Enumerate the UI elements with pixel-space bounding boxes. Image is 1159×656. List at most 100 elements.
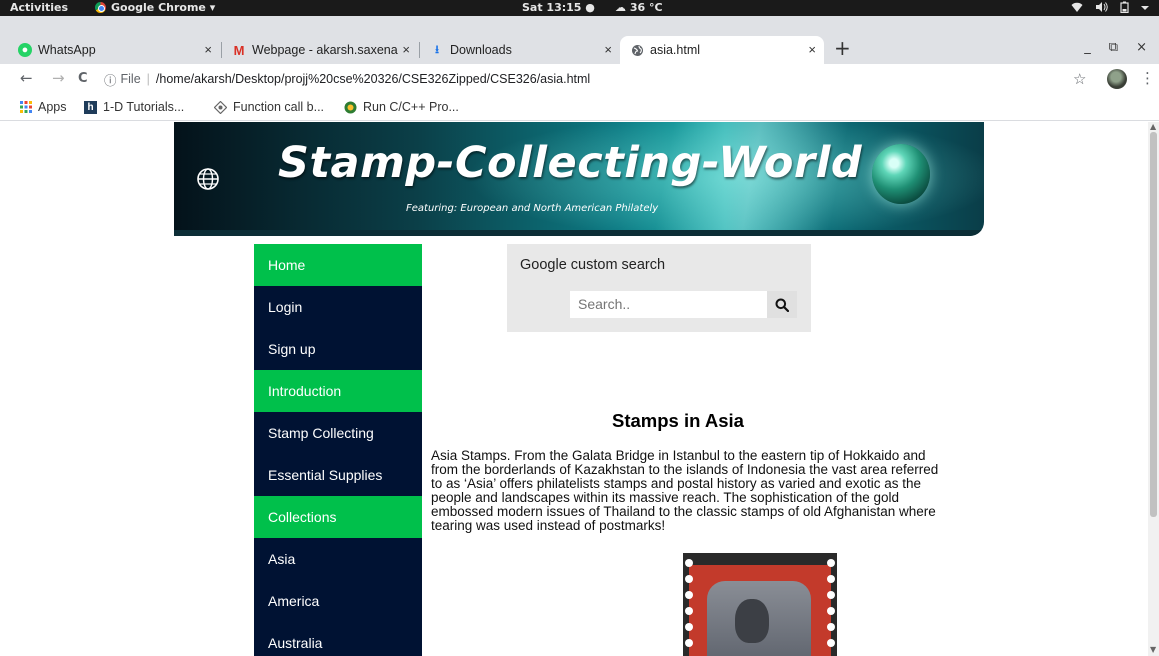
run-icon — [344, 101, 357, 113]
stamp-perforation — [685, 559, 693, 567]
scheme-label: File — [120, 72, 141, 86]
stamp-perforation — [827, 607, 835, 615]
close-window-button[interactable]: × — [1136, 40, 1147, 55]
nav-item-introduction[interactable]: Introduction — [254, 370, 422, 412]
search-input[interactable]: Search.. — [570, 291, 767, 318]
site-banner: Stamp-Collecting-World Featuring: Europe… — [174, 122, 984, 236]
tutorials-icon: h — [84, 100, 97, 114]
bookmark-run-cpp[interactable]: Run C/C++ Pro... — [344, 100, 459, 114]
bookmark-tutorials[interactable]: h 1-D Tutorials... — [84, 100, 184, 114]
stamp-perforation — [827, 575, 835, 583]
bookmark-label: Function call b... — [233, 100, 325, 114]
site-title: Stamp-Collecting-World — [278, 138, 863, 188]
stamp-perforation — [827, 639, 835, 647]
app-menu[interactable]: Google Chrome ▾ — [95, 1, 215, 14]
new-tab-button[interactable]: + — [834, 36, 851, 60]
google-search-box: Google custom search Search.. — [507, 244, 811, 332]
weather-indicator[interactable]: ☁ 36 °C — [615, 1, 663, 14]
bookmarks-bar: Apps h 1-D Tutorials... Function call b.… — [0, 94, 1159, 121]
tab-gmail[interactable]: M Webpage - akarsh.saxena × — [222, 36, 418, 64]
scroll-up-icon[interactable]: ▲ — [1150, 122, 1156, 131]
scroll-down-icon[interactable]: ▼ — [1150, 645, 1156, 654]
article-title: Stamps in Asia — [612, 410, 744, 431]
stamp-perforation — [685, 623, 693, 631]
chrome-menu-icon[interactable]: ⋮ — [1140, 69, 1155, 87]
site-subtitle: Featuring: European and North American P… — [406, 203, 659, 214]
bookmark-label: Run C/C++ Pro... — [363, 100, 459, 114]
tab-strip: ● WhatsApp × M Webpage - akarsh.saxena ×… — [0, 16, 1159, 64]
volume-icon — [1096, 2, 1108, 12]
globe-icon — [630, 43, 644, 57]
globe-icon — [197, 168, 219, 190]
nav-item-login[interactable]: Login — [254, 286, 422, 328]
tab-downloads[interactable]: ⭳ Downloads × — [420, 36, 620, 64]
scrollbar-thumb[interactable] — [1150, 132, 1157, 517]
close-icon[interactable]: × — [204, 42, 212, 57]
close-icon[interactable]: × — [808, 42, 816, 57]
address-bar[interactable]: ⓘ File | /home/akarsh/Desktop/projj%20cs… — [104, 67, 1064, 91]
nav-item-stamp-collecting[interactable]: Stamp Collecting — [254, 412, 422, 454]
tab-whatsapp[interactable]: ● WhatsApp × — [8, 36, 220, 64]
tab-title: Downloads — [450, 43, 512, 57]
stamp-perforation — [827, 559, 835, 567]
battery-icon — [1120, 1, 1129, 13]
system-top-bar: Activities Google Chrome ▾ Sat 13:15 ● ☁… — [0, 0, 1159, 16]
nav-item-essential-supplies[interactable]: Essential Supplies — [254, 454, 422, 496]
url-text[interactable]: /home/akarsh/Desktop/projj%20cse%20326/C… — [156, 72, 590, 86]
apps-grid-icon — [20, 101, 32, 113]
stamp-perforation — [685, 591, 693, 599]
close-icon[interactable]: × — [402, 42, 410, 57]
bookmark-apps[interactable]: Apps — [20, 100, 67, 114]
tab-asia[interactable]: asia.html × — [620, 36, 824, 64]
window-controls: _ ⧉ × — [1084, 40, 1147, 55]
system-tray[interactable] — [1071, 1, 1149, 13]
nav-item-australia[interactable]: Australia — [254, 622, 422, 656]
nav-item-america[interactable]: America — [254, 580, 422, 622]
search-label: Google custom search — [520, 257, 666, 273]
profile-avatar[interactable] — [1107, 69, 1127, 89]
restore-button[interactable]: ⧉ — [1109, 40, 1118, 55]
nav-item-collections[interactable]: Collections — [254, 496, 422, 538]
tab-title: WhatsApp — [38, 43, 96, 57]
sidebar-nav: Home Login Sign up Introduction Stamp Co… — [254, 244, 422, 656]
stamp-perforation — [827, 623, 835, 631]
back-button[interactable]: ← — [20, 69, 33, 87]
tab-title: Webpage - akarsh.saxena — [252, 43, 398, 57]
info-icon[interactable]: ⓘ — [104, 70, 117, 89]
asia-stamp-image — [683, 553, 837, 656]
reload-button[interactable]: C — [78, 71, 88, 86]
clock[interactable]: Sat 13:15 ● — [522, 1, 595, 14]
forward-button[interactable]: → — [52, 69, 65, 87]
app-name-label: Google Chrome ▾ — [111, 1, 216, 14]
nav-item-asia[interactable]: Asia — [254, 538, 422, 580]
stamp-perforation — [827, 591, 835, 599]
page-scrollbar[interactable]: ▲ ▼ — [1148, 122, 1159, 656]
page-viewport[interactable]: Stamp-Collecting-World Featuring: Europe… — [0, 122, 1148, 656]
nav-item-home[interactable]: Home — [254, 244, 422, 286]
gmail-icon: M — [233, 42, 245, 58]
nav-item-sign-up[interactable]: Sign up — [254, 328, 422, 370]
download-icon: ⭳ — [435, 43, 439, 56]
browser-toolbar: ← → C ⓘ File | /home/akarsh/Desktop/proj… — [0, 64, 1159, 94]
stamp-portrait — [735, 599, 769, 643]
bookmark-star-icon[interactable]: ☆ — [1073, 70, 1086, 88]
menu-caret-icon — [1141, 6, 1149, 10]
activities-button[interactable]: Activities — [10, 1, 68, 14]
close-icon[interactable]: × — [604, 42, 612, 57]
function-icon — [214, 100, 227, 114]
article-body: Asia Stamps. From the Galata Bridge in I… — [431, 448, 939, 533]
wifi-icon — [1071, 2, 1083, 12]
stamp-perforation — [685, 607, 693, 615]
banner-stripe — [174, 230, 984, 236]
tab-title: asia.html — [650, 43, 701, 57]
minimize-button[interactable]: _ — [1084, 40, 1091, 55]
bookmark-function-call[interactable]: Function call b... — [214, 100, 324, 114]
bookmark-label: Apps — [38, 100, 67, 114]
earth-globe-image — [872, 144, 930, 204]
stamp-perforation — [685, 575, 693, 583]
scheme-separator: | — [146, 72, 150, 86]
search-button[interactable] — [767, 291, 797, 318]
stamp-perforation — [685, 639, 693, 647]
bookmark-label: 1-D Tutorials... — [103, 100, 185, 114]
whatsapp-icon: ● — [18, 43, 32, 57]
